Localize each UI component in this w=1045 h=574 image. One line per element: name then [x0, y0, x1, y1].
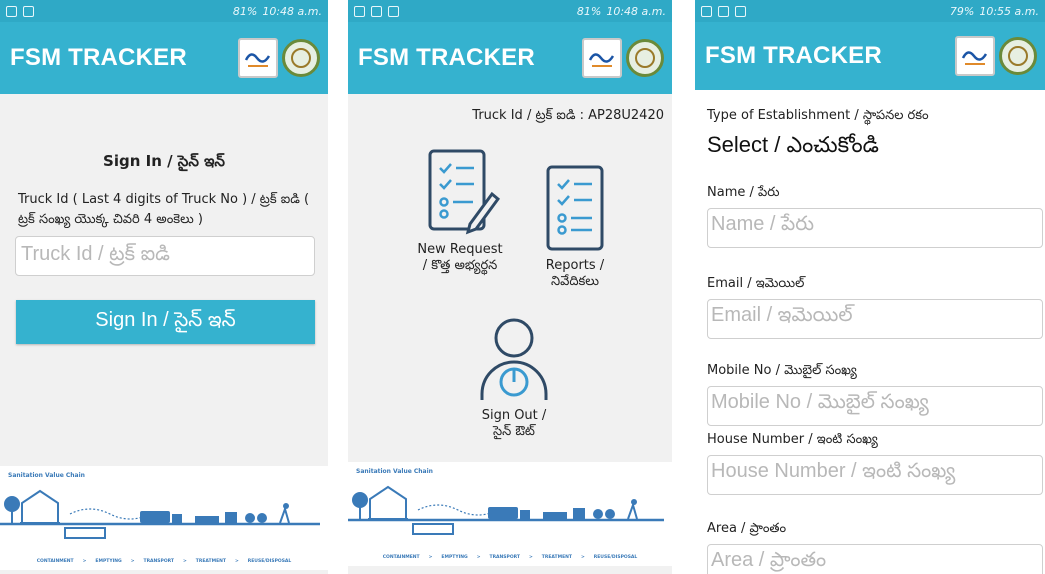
government-seal-logo	[626, 39, 664, 77]
sanitation-chain-illustration	[0, 489, 320, 539]
truck-id-input[interactable]: Truck Id / ట్రక్ ఐడి	[15, 236, 315, 276]
chain-step: TREATMENT	[541, 555, 572, 560]
new-request-tile[interactable]: New Request / కొత్త అభ్యర్థన	[410, 148, 510, 274]
status-time: 10:55 a.m.	[979, 4, 1039, 18]
battery-level: 79%	[949, 4, 975, 18]
signin-title: Sign In / సైన్ ఇన్	[103, 152, 225, 170]
status-time: 10:48 a.m.	[262, 4, 322, 18]
new-request-form-screen: 79% 10:55 a.m. FSM TRACKER Type of Estab…	[695, 0, 1045, 574]
email-input[interactable]: Email / ఇమెయిల్	[707, 299, 1043, 339]
new-request-label: New Request / కొత్త అభ్యర్థన	[417, 242, 503, 273]
sarvada-logo	[238, 38, 278, 78]
chain-steps: CONTAINMENT > EMPTYING > TRANSPORT > TRE…	[0, 559, 328, 564]
app-bar: FSM TRACKER	[0, 22, 328, 94]
app-bar: FSM TRACKER	[348, 22, 672, 94]
chain-arrow: >	[476, 555, 481, 560]
reports-label: Reports / నివేదికలు	[545, 258, 605, 289]
new-request-document-icon	[428, 149, 500, 235]
house-number-input[interactable]: House Number / ఇంటి సంఖ్య	[707, 455, 1043, 495]
app-title: FSM TRACKER	[10, 44, 187, 71]
chain-step: REUSE/DISPOSAL	[593, 555, 638, 560]
name-input[interactable]: Name / పేరు	[707, 208, 1043, 248]
chain-arrow: >	[580, 555, 585, 560]
notification-icon	[388, 5, 399, 17]
reports-document-icon	[546, 165, 604, 251]
chain-arrow: >	[234, 559, 239, 564]
government-seal-logo	[282, 39, 320, 77]
notification-icon	[23, 5, 34, 17]
chain-arrow: >	[529, 555, 533, 560]
chain-step: TREATMENT	[195, 559, 226, 564]
status-bar: 81% 10:48 a.m.	[0, 0, 328, 22]
chain-step: TRANSPORT	[489, 555, 520, 560]
chain-arrow: >	[428, 555, 433, 560]
notification-icon	[354, 5, 365, 17]
chain-step: REUSE/DISPOSAL	[247, 559, 292, 564]
mobile-input[interactable]: Mobile No / మొబైల్ సంఖ్య	[707, 386, 1043, 426]
status-bar: 81% 10:48 a.m.	[348, 0, 672, 22]
chain-step: TRANSPORT	[143, 559, 174, 564]
request-form: Type of Establishment / స్థాపనల రకం Sele…	[707, 94, 1043, 574]
area-input[interactable]: Area / ప్రాంతం	[707, 544, 1043, 574]
notification-icon	[6, 5, 17, 17]
app-title: FSM TRACKER	[358, 44, 535, 71]
sign-out-tile[interactable]: Sign Out / సైన్ ఔట్	[464, 316, 564, 440]
chain-step: CONTAINMENT	[382, 555, 420, 560]
chain-arrow: >	[183, 559, 187, 564]
notification-icon	[735, 5, 746, 17]
sign-out-user-icon	[480, 318, 548, 400]
sarvada-logo	[955, 36, 995, 76]
chain-steps: CONTAINMENT > EMPTYING > TRANSPORT > TRE…	[348, 555, 672, 560]
house-number-label: House Number / ఇంటి సంఖ్య	[707, 432, 878, 447]
signin-button[interactable]: Sign In / సైన్ ఇన్	[16, 300, 315, 344]
status-bar: 79% 10:55 a.m.	[695, 0, 1045, 22]
mobile-label: Mobile No / మొబైల్ సంఖ్య	[707, 363, 857, 378]
notification-icon	[718, 5, 729, 17]
chain-step: CONTAINMENT	[36, 559, 74, 564]
chain-arrow: >	[130, 559, 135, 564]
sanitation-chain-illustration	[348, 485, 664, 535]
status-time: 10:48 a.m.	[606, 4, 666, 18]
establishment-select[interactable]: Select / ఎంచుకోండి	[707, 132, 1043, 163]
sarvada-logo	[582, 38, 622, 78]
establishment-label: Type of Establishment / స్థాపనల రకం	[707, 108, 929, 123]
chain-arrow: >	[82, 559, 87, 564]
app-bar: FSM TRACKER	[695, 22, 1045, 90]
sanitation-value-chain-banner: Sanitation Value Chain CONTAINMENT > EMP…	[0, 466, 328, 570]
name-label: Name / పేరు	[707, 185, 780, 200]
dashboard-screen: 81% 10:48 a.m. FSM TRACKER Truck Id / ట్…	[348, 0, 672, 574]
chain-step: EMPTYING	[95, 559, 122, 564]
sign-out-label: Sign Out / సైన్ ఔట్	[481, 408, 547, 439]
sanitation-value-chain-banner: Sanitation Value Chain CONTAINMENT > EMP…	[348, 462, 672, 566]
chain-step: EMPTYING	[441, 555, 468, 560]
notification-icon	[371, 5, 382, 17]
truck-id-label: Truck Id ( Last 4 digits of Truck No ) /…	[18, 192, 310, 227]
notification-icon	[701, 5, 712, 17]
government-seal-logo	[999, 37, 1037, 75]
reports-tile[interactable]: Reports / నివేదికలు	[520, 164, 630, 290]
battery-level: 81%	[576, 4, 602, 18]
battery-level: 81%	[232, 4, 258, 18]
app-title: FSM TRACKER	[705, 42, 882, 69]
area-label: Area / ప్రాంతం	[707, 521, 787, 536]
signin-screen: 81% 10:48 a.m. FSM TRACKER Sign In / సైన…	[0, 0, 328, 574]
email-label: Email / ఇమెయిల్	[707, 276, 805, 291]
truck-id-display: Truck Id / ట్రక్ ఐడి : AP28U2420	[472, 108, 664, 123]
